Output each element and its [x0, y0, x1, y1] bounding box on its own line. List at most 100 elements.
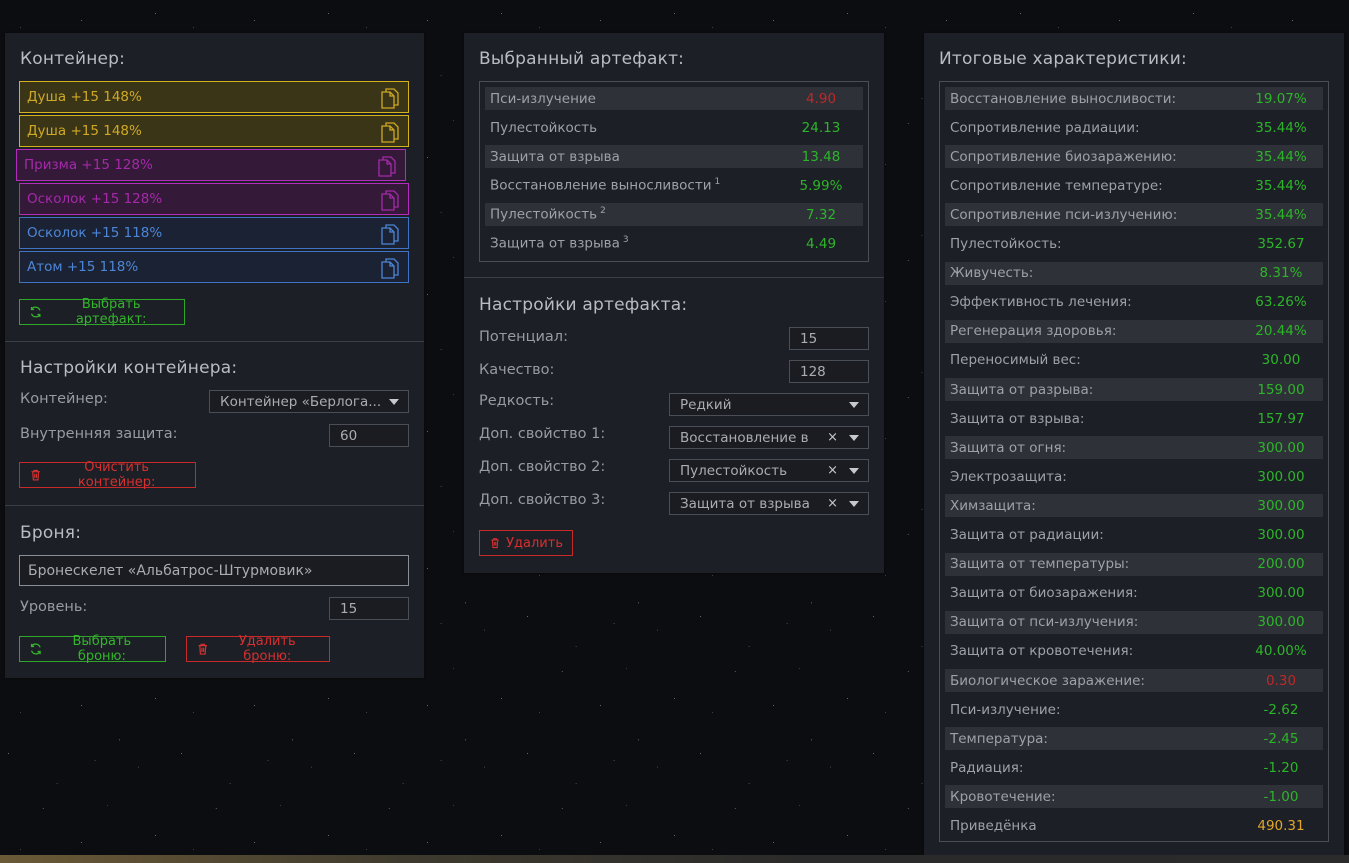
stat-value: 300.00: [1257, 585, 1305, 602]
artifact-slot[interactable]: Осколок +15 128%: [19, 183, 409, 215]
armor-name-field[interactable]: Бронескелет «Альбатрос-Штурмовик»: [19, 555, 409, 586]
delete-armor-button[interactable]: Удалить броню:: [186, 634, 330, 664]
artifact-slot-label: Призма +15 128%: [24, 157, 153, 173]
artifact-slot[interactable]: Душа +15 148%: [19, 115, 409, 147]
stat-label: Защита от радиации:: [950, 527, 1104, 543]
artifact-slot[interactable]: Атом +15 118%: [19, 251, 409, 283]
quality-input[interactable]: 128: [789, 360, 869, 383]
stat-label: Живучесть:: [950, 265, 1034, 282]
container-select-label: Контейнер:: [20, 391, 108, 407]
prop1-select[interactable]: Восстановление в ×: [669, 426, 869, 449]
stat-value: 7.32: [805, 206, 837, 223]
prop2-select[interactable]: Пулестойкость ×: [669, 459, 869, 482]
stat-value: 13.48: [801, 148, 841, 165]
stat-value: 4.49: [805, 235, 837, 252]
select-armor-button[interactable]: Выбрать броню:: [19, 634, 166, 664]
delete-artifact-button[interactable]: Удалить: [479, 530, 573, 556]
stat-value: 352.67: [1257, 236, 1305, 252]
chevron-down-icon: [849, 435, 859, 441]
stat-value: 19.07%: [1255, 90, 1307, 107]
divider: [5, 341, 424, 342]
chevron-down-icon: [849, 468, 859, 474]
stat-label: Сопротивление температуре:: [950, 177, 1163, 194]
refresh-icon: [30, 306, 41, 318]
prop2-label: Доп. свойство 2:: [479, 459, 606, 475]
stat-value: 0.30: [1265, 672, 1297, 689]
artifact-stats-table: Пси-излучение 4.90 Пулестойкость 24.13 Защит…: [479, 81, 869, 262]
total-stat-row: Химзащита: 300.00: [945, 494, 1323, 518]
stat-value: 5.99%: [799, 177, 843, 194]
stat-value: 300.00: [1257, 439, 1305, 456]
select-artifact-label: Выбрать артефакт:: [75, 297, 147, 327]
clear-icon[interactable]: ×: [827, 496, 838, 511]
bottom-bar: [0, 855, 1349, 863]
divider: [5, 505, 424, 506]
copy-icon[interactable]: [380, 189, 400, 211]
stat-value: -2.45: [1263, 730, 1299, 747]
stat-label: Защита от взрыва 3: [485, 235, 629, 252]
clear-icon[interactable]: ×: [827, 463, 838, 478]
stat-value: 159.00: [1257, 381, 1305, 398]
stat-label: Пулестойкость: [485, 120, 597, 136]
artifact-stat-row: Пулестойкость 24.13: [485, 116, 863, 139]
prop3-select[interactable]: Защита от взрыва ×: [669, 492, 869, 515]
copy-icon[interactable]: [380, 223, 400, 245]
inner-protection-input[interactable]: 60: [329, 424, 409, 447]
artifact-slot-label: Осколок +15 118%: [27, 225, 163, 241]
stat-label: Защита от температуры:: [950, 556, 1130, 573]
stat-label: Защита от огня:: [950, 439, 1067, 456]
stat-value: -1.00: [1263, 788, 1299, 805]
artifact-slot[interactable]: Призма +15 128%: [16, 149, 406, 181]
copy-icon[interactable]: [377, 155, 397, 177]
trash-icon: [31, 469, 40, 481]
stat-label: Электрозащита:: [950, 468, 1067, 485]
container-panel: Контейнер: Душа +15 148% Душа +15 148% При…: [5, 33, 424, 678]
stat-label: Переносимый вес:: [950, 352, 1081, 369]
artifact-slot-label: Душа +15 148%: [27, 123, 142, 139]
total-stat-row: Пулестойкость: 352.67: [945, 233, 1323, 256]
copy-icon[interactable]: [380, 87, 400, 109]
totals-title: Итоговые характеристики:: [939, 49, 1187, 69]
stat-label: Защита от пси-излучения:: [950, 614, 1139, 631]
copy-icon[interactable]: [380, 121, 400, 143]
clear-container-button[interactable]: Очистить контейнер:: [19, 460, 196, 490]
armor-level-input[interactable]: 15: [329, 597, 409, 620]
rarity-select[interactable]: Редкий: [669, 393, 869, 416]
artifact-stat-row: Восстановление выносливости 1 5.99%: [485, 174, 863, 197]
stat-label-text: Пулестойкость: [490, 206, 598, 223]
stat-label: Температура:: [950, 730, 1048, 747]
artifact-panel: Выбранный артефакт: Пси-излучение 4.90 Пул…: [464, 33, 884, 573]
artifact-slot[interactable]: Душа +15 148%: [19, 81, 409, 113]
stat-label: Сопротивление биозаражению:: [950, 148, 1177, 165]
clear-icon[interactable]: ×: [827, 430, 838, 445]
stat-value: 35.44%: [1255, 206, 1307, 223]
total-stat-row: Защита от температуры: 200.00: [945, 552, 1323, 576]
total-stat-row: Защита от взрыва: 157.97: [945, 407, 1323, 430]
stat-value: 35.44%: [1255, 177, 1307, 194]
total-stat-row: Радиация: -1.20: [945, 756, 1323, 779]
stat-value: 200.00: [1257, 556, 1305, 573]
select-artifact-button[interactable]: Выбрать артефакт:: [19, 297, 185, 327]
total-stat-row: Восстановление выносливости: 19.07%: [945, 87, 1323, 110]
copy-icon[interactable]: [380, 257, 400, 279]
rarity-label: Редкость:: [479, 393, 555, 409]
stat-value: 35.44%: [1255, 148, 1307, 165]
stat-label: Биологическое заражение:: [950, 672, 1145, 689]
stat-label: Защита от разрыва:: [950, 381, 1094, 398]
total-stat-row: Сопротивление радиации: 35.44%: [945, 116, 1323, 139]
select-armor-label: Выбрать броню:: [72, 634, 132, 664]
stat-value: 157.97: [1257, 410, 1305, 427]
prop1-label: Доп. свойство 1:: [479, 426, 606, 442]
stat-value: 40.00%: [1255, 643, 1307, 660]
refresh-icon: [30, 643, 41, 655]
artifact-title: Выбранный артефакт:: [479, 49, 685, 69]
total-stat-row: Переносимый вес: 30.00: [945, 349, 1323, 372]
potential-input[interactable]: 15: [789, 327, 869, 350]
stat-value: 35.44%: [1255, 119, 1307, 136]
container-select[interactable]: Контейнер «Берлога...: [209, 390, 409, 413]
stat-label-text: Защита от взрыва: [490, 235, 620, 252]
chevron-down-icon: [389, 399, 399, 405]
total-stat-row: Защита от пси-излучения: 300.00: [945, 610, 1323, 634]
stat-footnote: 3: [622, 235, 629, 246]
artifact-slot[interactable]: Осколок +15 118%: [19, 217, 409, 249]
